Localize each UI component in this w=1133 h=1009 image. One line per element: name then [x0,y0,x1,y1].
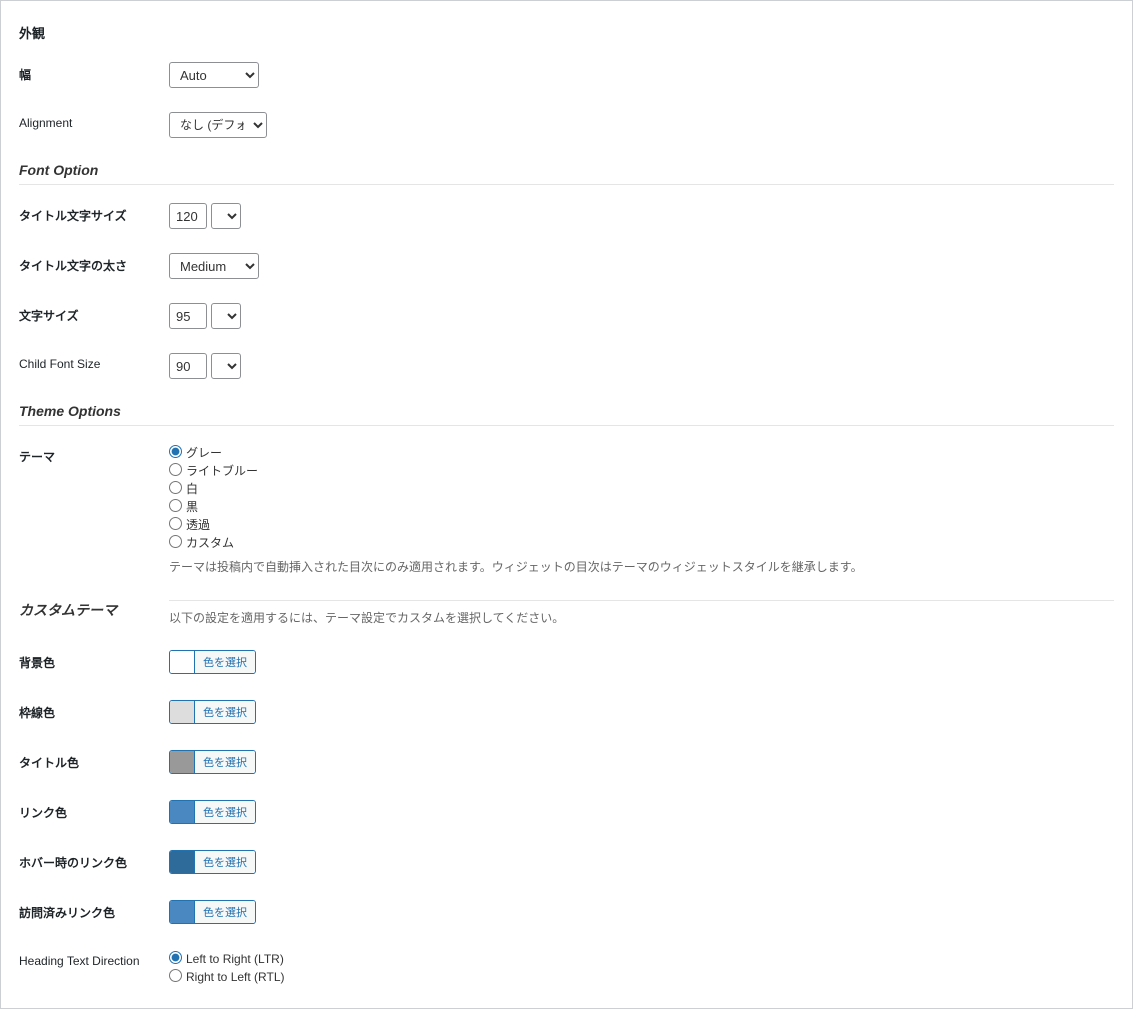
title-color-label: タイトル色 [19,750,169,771]
title-color-button[interactable]: 色を選択 [194,751,255,773]
bg-color-label: 背景色 [19,650,169,671]
direction-rtl-radio[interactable] [169,969,182,982]
theme-lightblue-label[interactable]: ライトブルー [169,462,1114,480]
title-size-unit[interactable]: % [211,203,241,229]
border-color-label: 枠線色 [19,700,169,721]
border-color-row: 枠線色 色を選択 [19,700,1114,726]
font-size-row: 文字サイズ % [19,303,1114,329]
custom-theme-heading: カスタムテーマ [19,600,169,620]
bg-color-button[interactable]: 色を選択 [194,651,255,673]
link-color-label: リンク色 [19,800,169,821]
visited-color-swatch [170,901,194,923]
theme-transparent-label[interactable]: 透過 [169,516,1114,534]
theme-custom-radio[interactable] [169,535,182,548]
theme-label: テーマ [19,444,169,465]
link-color-picker[interactable]: 色を選択 [169,800,256,824]
custom-theme-heading-row: カスタムテーマ 以下の設定を適用するには、テーマ設定でカスタムを選択してください… [19,600,1114,626]
appearance-heading: 外観 [19,23,1114,42]
border-color-button[interactable]: 色を選択 [194,701,255,723]
alignment-row: Alignment なし (デフォルト) [19,112,1114,138]
child-size-row: Child Font Size % [19,353,1114,379]
theme-custom-label[interactable]: カスタム [169,534,1114,552]
theme-black-radio[interactable] [169,499,182,512]
title-color-swatch [170,751,194,773]
title-weight-label: タイトル文字の太さ [19,253,169,274]
theme-transparent-radio[interactable] [169,517,182,530]
hover-color-picker[interactable]: 色を選択 [169,850,256,874]
title-size-row: タイトル文字サイズ % [19,203,1114,229]
alignment-select[interactable]: なし (デフォルト) [169,112,267,138]
bg-color-picker[interactable]: 色を選択 [169,650,256,674]
theme-white-radio[interactable] [169,481,182,494]
link-color-swatch [170,801,194,823]
title-color-picker[interactable]: 色を選択 [169,750,256,774]
font-heading: Font Option [19,162,1114,185]
visited-color-button[interactable]: 色を選択 [194,901,255,923]
width-select[interactable]: Auto [169,62,259,88]
hover-color-button[interactable]: 色を選択 [194,851,255,873]
custom-theme-desc: 以下の設定を適用するには、テーマ設定でカスタムを選択してください。 [169,600,1114,626]
theme-black-label[interactable]: 黒 [169,498,1114,516]
font-size-label: 文字サイズ [19,303,169,324]
link-color-row: リンク色 色を選択 [19,800,1114,826]
border-color-swatch [170,701,194,723]
theme-white-label[interactable]: 白 [169,480,1114,498]
settings-panel: 外観 幅 Auto Alignment なし (デフォルト) Font Opti… [0,0,1133,1009]
theme-gray-radio[interactable] [169,445,182,458]
theme-radio-group: グレー ライトブルー 白 黒 透過 カスタム [169,444,1114,552]
title-color-row: タイトル色 色を選択 [19,750,1114,776]
title-size-input[interactable] [169,203,207,229]
direction-radio-group: Left to Right (LTR) Right to Left (RTL) [169,950,1114,986]
child-size-label: Child Font Size [19,353,169,371]
bg-color-row: 背景色 色を選択 [19,650,1114,676]
title-weight-select[interactable]: Medium [169,253,259,279]
visited-color-label: 訪問済みリンク色 [19,900,169,921]
direction-row: Heading Text Direction Left to Right (LT… [19,950,1114,986]
direction-rtl-label[interactable]: Right to Left (RTL) [169,968,1114,986]
font-size-unit[interactable]: % [211,303,241,329]
hover-color-row: ホバー時のリンク色 色を選択 [19,850,1114,876]
theme-lightblue-radio[interactable] [169,463,182,476]
child-size-input[interactable] [169,353,207,379]
bg-color-swatch [170,651,194,673]
child-size-unit[interactable]: % [211,353,241,379]
alignment-label: Alignment [19,112,169,130]
width-row: 幅 Auto [19,62,1114,88]
theme-desc: テーマは投稿内で自動挿入された目次にのみ適用されます。ウィジェットの目次はテーマ… [169,558,1114,576]
link-color-button[interactable]: 色を選択 [194,801,255,823]
border-color-picker[interactable]: 色を選択 [169,700,256,724]
direction-ltr-label[interactable]: Left to Right (LTR) [169,950,1114,968]
title-weight-row: タイトル文字の太さ Medium [19,253,1114,279]
title-size-label: タイトル文字サイズ [19,203,169,224]
theme-heading: Theme Options [19,403,1114,426]
visited-color-row: 訪問済みリンク色 色を選択 [19,900,1114,926]
width-label: 幅 [19,62,169,83]
theme-gray-label[interactable]: グレー [169,444,1114,462]
hover-color-swatch [170,851,194,873]
visited-color-picker[interactable]: 色を選択 [169,900,256,924]
direction-ltr-radio[interactable] [169,951,182,964]
font-size-input[interactable] [169,303,207,329]
direction-label: Heading Text Direction [19,950,169,968]
theme-row: テーマ グレー ライトブルー 白 黒 透過 カスタム テーマは投稿内で自動挿入さ… [19,444,1114,576]
